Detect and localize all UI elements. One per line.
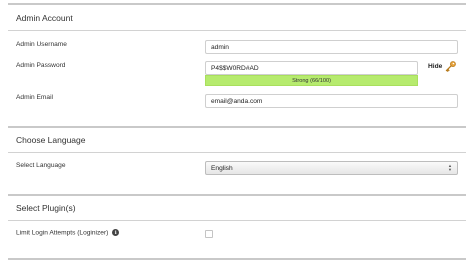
top-divider: [8, 3, 466, 5]
section-divider-plugins: [8, 194, 466, 196]
language-select-value: English: [211, 164, 233, 172]
plugins-divider: [8, 220, 466, 221]
hide-password-button[interactable]: Hide: [428, 63, 442, 70]
section-title-admin-account: Admin Account: [16, 13, 73, 23]
section-title-choose-language: Choose Language: [16, 135, 86, 145]
admin-account-divider: [8, 30, 466, 31]
bottom-divider: [8, 258, 466, 260]
loginizer-checkbox[interactable]: [205, 230, 213, 238]
section-divider-language: [8, 126, 466, 128]
admin-username-label: Admin Username: [16, 41, 67, 48]
admin-password-label: Admin Password: [16, 62, 66, 69]
admin-email-input[interactable]: email@anda.com: [205, 94, 458, 108]
info-icon[interactable]: i: [112, 229, 120, 236]
language-select[interactable]: English ▲ ▼: [205, 161, 458, 175]
plugin-label-row: Limit Login Attempts (Loginizer) i: [16, 229, 120, 237]
select-language-label: Select Language: [16, 162, 66, 169]
admin-password-input[interactable]: P4$$W0RD#AD: [205, 61, 418, 75]
password-strength-meter: Strong (66/100): [205, 75, 418, 86]
plugin-label: Limit Login Attempts (Loginizer): [16, 229, 109, 237]
admin-email-label: Admin Email: [16, 94, 54, 101]
key-icon[interactable]: [444, 60, 457, 73]
section-title-select-plugins: Select Plugin(s): [16, 203, 76, 213]
language-divider: [8, 152, 466, 153]
admin-username-input[interactable]: admin: [205, 40, 458, 54]
select-arrows-icon: ▲ ▼: [448, 163, 452, 172]
